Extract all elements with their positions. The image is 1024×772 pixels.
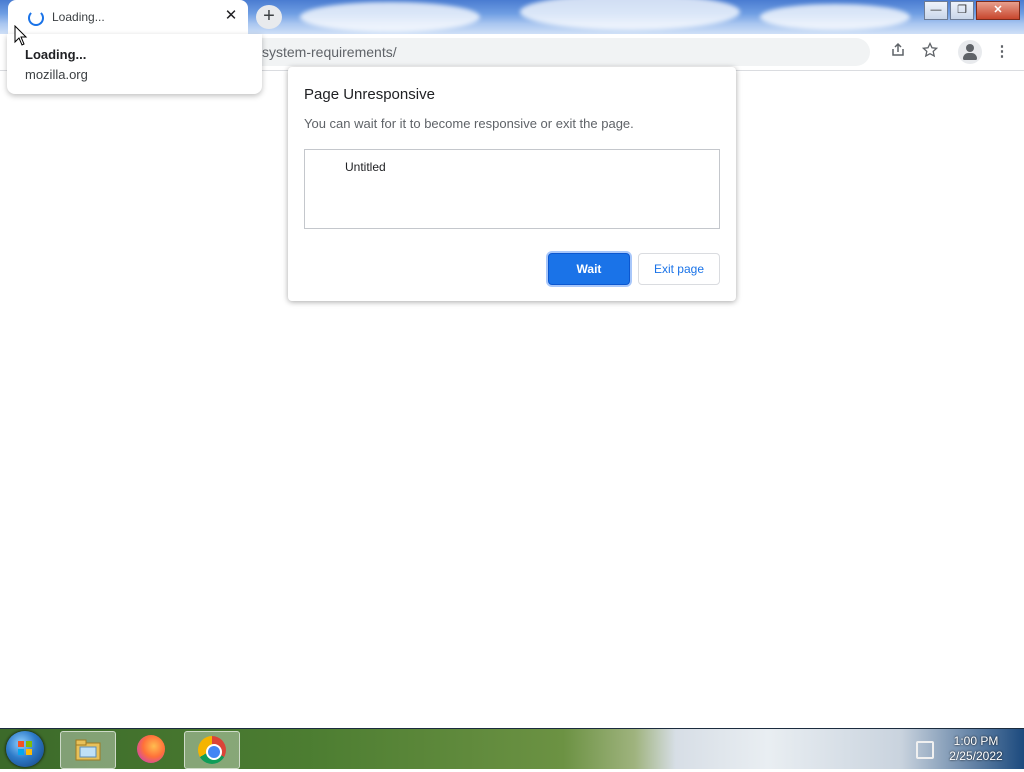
list-item[interactable]: Untitled xyxy=(345,160,386,174)
tab-title: Loading... xyxy=(52,10,105,24)
taskbar: 1:00 PM 2/25/2022 xyxy=(0,728,1024,769)
taskbar-firefox-button[interactable] xyxy=(124,731,178,767)
wallpaper-cloud xyxy=(300,2,480,32)
unresponsive-pages-list[interactable]: Untitled xyxy=(304,149,720,229)
wait-button[interactable]: Wait xyxy=(548,253,630,285)
browser-tab[interactable]: Loading... ✕ xyxy=(8,0,248,34)
address-url: system-requirements/ xyxy=(262,44,397,60)
hover-card-title: Loading... xyxy=(25,47,87,62)
chrome-icon xyxy=(198,736,226,764)
taskbar-chrome-button[interactable] xyxy=(184,731,240,769)
share-icon[interactable] xyxy=(888,42,908,62)
tab-hover-card: Loading... mozilla.org xyxy=(7,34,262,94)
hover-card-domain: mozilla.org xyxy=(25,67,88,82)
taskbar-explorer-button[interactable] xyxy=(60,731,116,769)
windows-logo-icon xyxy=(18,741,32,755)
clock-time: 1:00 PM xyxy=(953,734,999,748)
loading-spinner-icon xyxy=(28,10,44,26)
tab-strip: Loading... ✕ + — ❐ ✕ xyxy=(0,0,1024,34)
network-tray-icon[interactable] xyxy=(916,741,934,759)
minimize-button[interactable]: — xyxy=(924,1,948,20)
folder-icon xyxy=(75,739,101,761)
wallpaper-cloud xyxy=(520,0,740,30)
more-menu-icon[interactable]: ⋮ xyxy=(992,42,1012,62)
taskbar-clock[interactable]: 1:00 PM 2/25/2022 xyxy=(940,734,1012,764)
bookmark-star-icon[interactable] xyxy=(920,41,940,62)
dialog-title: Page Unresponsive xyxy=(304,86,435,103)
new-tab-button[interactable]: + xyxy=(256,5,282,29)
page-unresponsive-dialog: Page Unresponsive You can wait for it to… xyxy=(288,67,736,301)
close-window-button[interactable]: ✕ xyxy=(976,1,1020,20)
start-button[interactable] xyxy=(6,731,44,767)
wallpaper-cloud xyxy=(760,4,910,30)
restore-button[interactable]: ❐ xyxy=(950,1,974,20)
dialog-message: You can wait for it to become responsive… xyxy=(304,116,634,131)
tab-close-icon[interactable]: ✕ xyxy=(222,7,240,25)
mouse-cursor-icon xyxy=(14,25,28,46)
clock-date: 2/25/2022 xyxy=(949,749,1003,763)
exit-page-button[interactable]: Exit page xyxy=(638,253,720,285)
profile-avatar-icon[interactable] xyxy=(958,40,982,64)
firefox-icon xyxy=(137,735,165,763)
